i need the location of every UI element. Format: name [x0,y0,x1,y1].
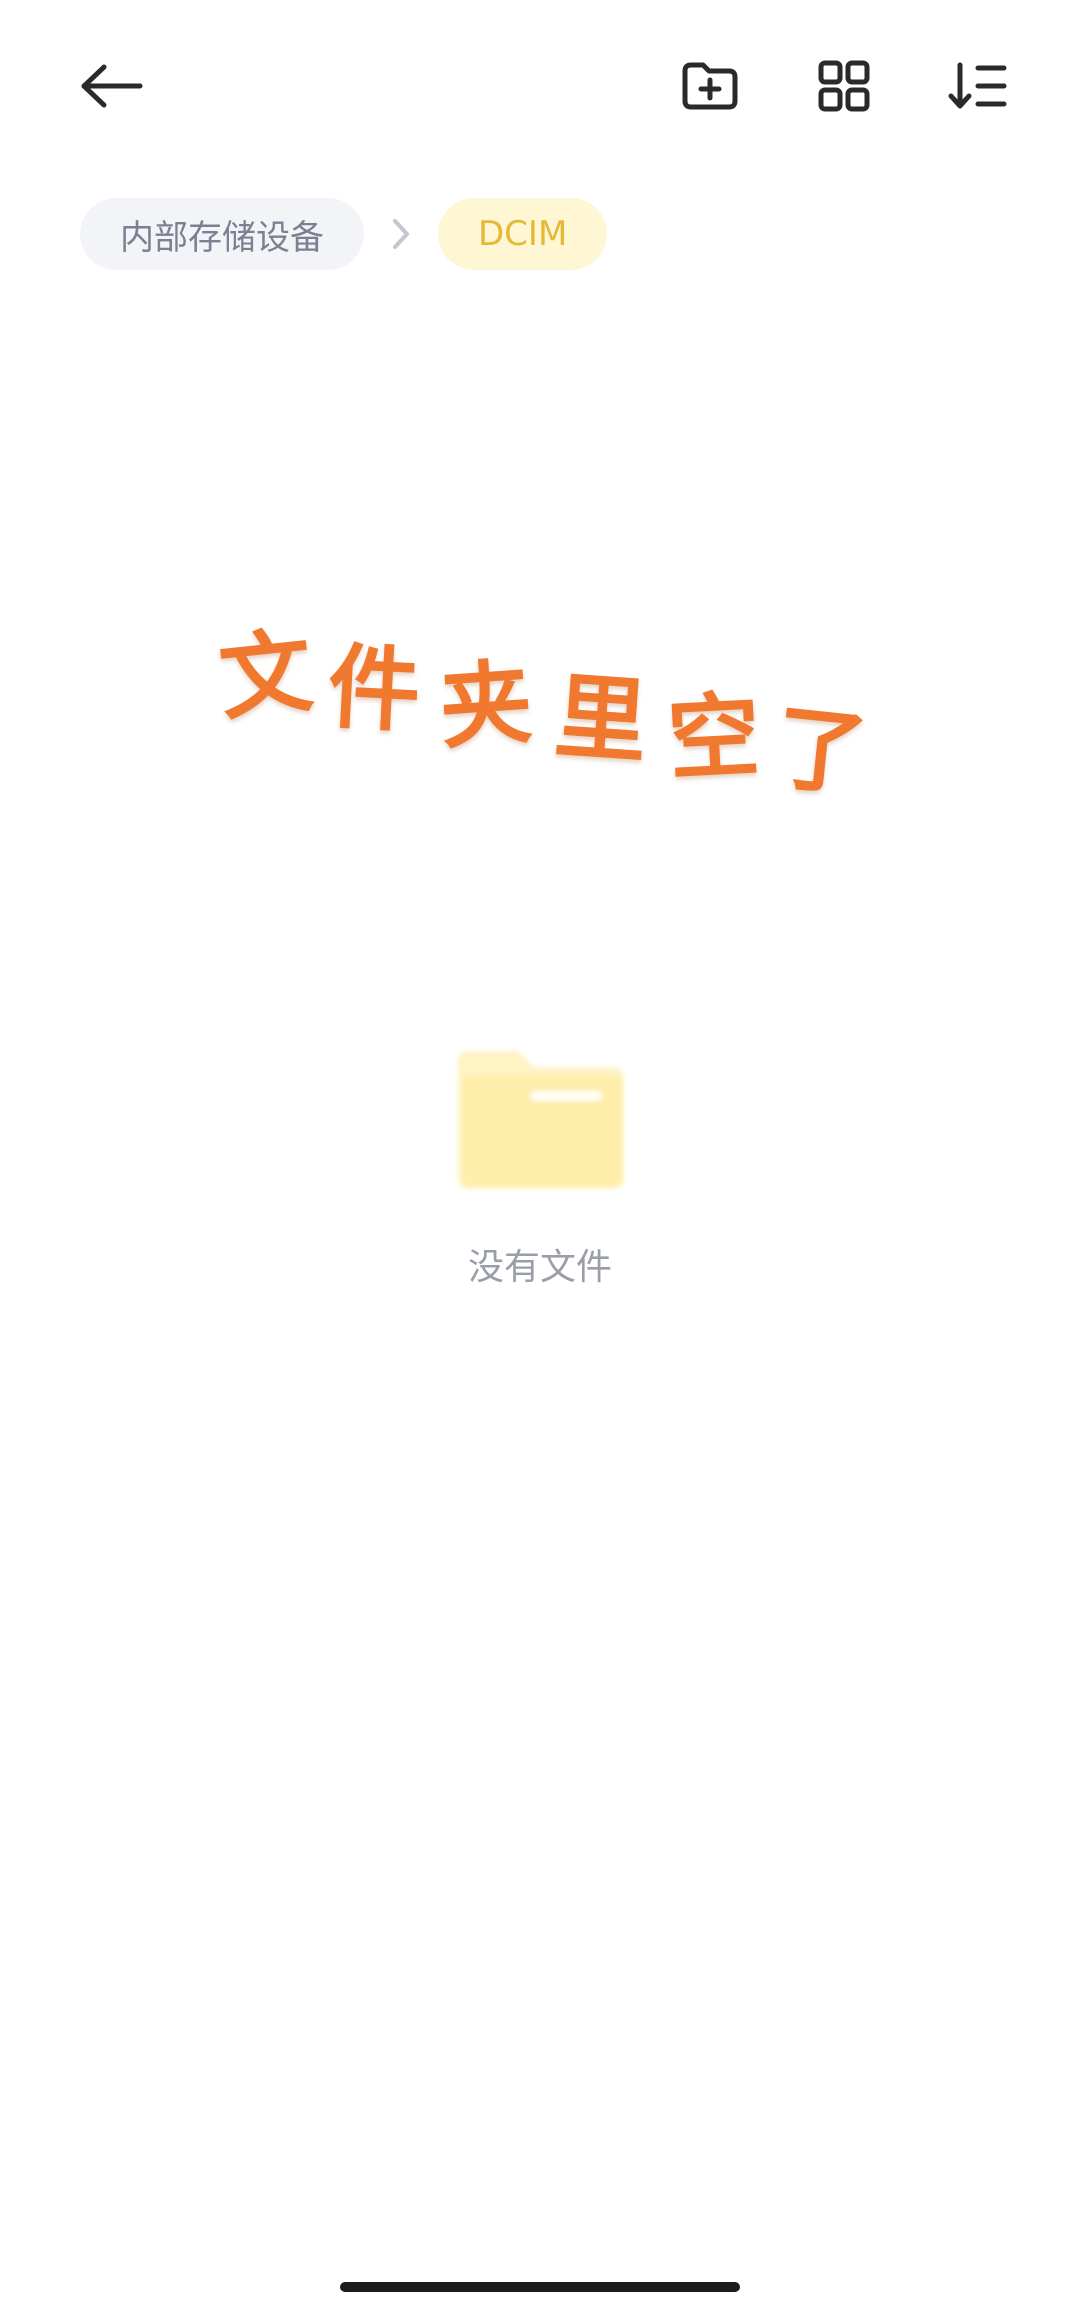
folder-plus-icon [682,62,738,110]
grid-icon [818,60,870,112]
banner-char: 里 [551,662,651,777]
new-folder-button[interactable] [660,36,760,136]
banner-char: 文 [214,617,318,734]
empty-folder-banner: 文 件 夹 里 空 了 [200,610,900,810]
empty-state-label: 没有文件 [467,1247,612,1288]
folder-icon [458,1051,624,1189]
breadcrumb-item-current[interactable]: DCIM [438,198,608,270]
back-button[interactable] [62,36,162,136]
sort-button[interactable] [928,36,1028,136]
empty-folder-illustration [448,1045,632,1195]
banner-char: 了 [769,693,873,810]
home-indicator[interactable] [340,2282,740,2292]
banner-char: 空 [665,681,763,794]
breadcrumb: 内部存储设备 DCIM [80,198,608,270]
banner-char: 件 [325,633,423,746]
chevron-right-icon [364,217,438,251]
file-browser-screen: 内部存储设备 DCIM 文 件 夹 里 空 了 没有文件 [0,0,1080,2313]
view-toggle-button[interactable] [794,36,894,136]
sort-icon [948,62,1007,109]
arrow-left-icon [81,64,143,108]
banner-char: 夹 [436,648,536,763]
breadcrumb-item-root[interactable]: 内部存储设备 [80,198,364,270]
